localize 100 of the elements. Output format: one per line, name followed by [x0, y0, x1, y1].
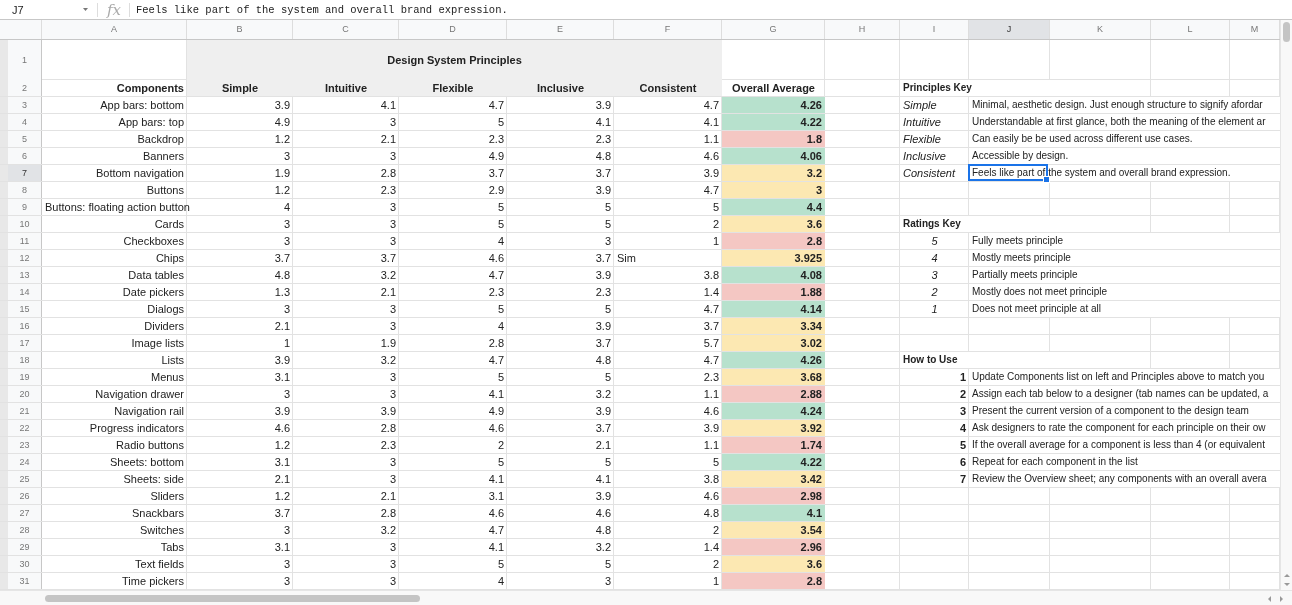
caret-icon[interactable] [82, 7, 89, 12]
average-cell: 2.88 [722, 386, 825, 402]
average-cell: 2.96 [722, 539, 825, 555]
row-number[interactable]: 12 [0, 250, 42, 266]
row-number[interactable]: 27 [0, 505, 42, 521]
principle-description: Feels like part of the system and overall brand expression. [969, 165, 1280, 181]
score-cell-text: 5 [603, 302, 612, 317]
column-header[interactable]: D [399, 20, 507, 39]
row-number[interactable]: 31 [0, 573, 42, 589]
column-header[interactable]: L [1151, 20, 1230, 39]
average-cell: 3.2 [722, 165, 825, 181]
component-name: Backdrop [136, 132, 185, 147]
scroll-up-icon[interactable] [1284, 573, 1290, 578]
score-cell-text: 1 [282, 336, 291, 351]
fill-handle[interactable] [1043, 176, 1050, 183]
table-title: Design System Principles [187, 40, 722, 80]
column-header[interactable]: A [42, 20, 187, 39]
component-name: Radio buttons [115, 438, 185, 453]
row-number[interactable]: 20 [0, 386, 42, 402]
row-number[interactable]: 23 [0, 437, 42, 453]
score-cell-text: 5 [496, 557, 505, 572]
column-header[interactable]: E [507, 20, 614, 39]
component-name: Sliders [149, 489, 185, 504]
step-number: 3 [958, 404, 967, 419]
scroll-left-icon[interactable] [1267, 596, 1272, 602]
score-cell-text: 4.7 [487, 523, 505, 538]
score-cell-text: 3.7 [273, 251, 291, 266]
section-title: Principles Key [900, 80, 1050, 96]
scrollbar-thumb[interactable] [45, 595, 420, 602]
row-number[interactable]: 24 [0, 454, 42, 470]
row-number[interactable]: 30 [0, 556, 42, 572]
row-number[interactable]: 13 [0, 267, 42, 283]
principle-name: Consistent [902, 166, 957, 181]
row-number[interactable]: 17 [0, 335, 42, 351]
row-number[interactable]: 28 [0, 522, 42, 538]
score-cell-text: 4.1 [487, 540, 505, 555]
row-number[interactable]: 3 [0, 97, 42, 113]
row-number[interactable]: 21 [0, 403, 42, 419]
score-cell-text: 5 [496, 200, 505, 215]
column-header[interactable]: C [293, 20, 399, 39]
principle-description: Understandable at first glance, both the meaning of the element ar [969, 114, 1280, 130]
score-cell-text: 2.8 [379, 166, 397, 181]
column-header[interactable]: H [825, 20, 900, 39]
row-number[interactable]: 1 [0, 40, 42, 80]
row-number[interactable]: 2 [0, 80, 42, 96]
score-cell-text: 3 [388, 370, 397, 385]
score-cell-text: 3.8 [702, 472, 720, 487]
rating-number: 4 [930, 251, 939, 266]
rating-description: Fully meets principle [969, 233, 1280, 249]
row-number[interactable]: 9 [0, 199, 42, 215]
scrollbar-thumb[interactable] [1283, 22, 1290, 42]
score-cell-text: 3.1 [273, 455, 291, 470]
cell-reference[interactable]: J7 [0, 3, 82, 16]
column-header[interactable]: K [1050, 20, 1151, 39]
score-cell-text: 3 [603, 574, 612, 589]
score-cell-text: 3.9 [702, 166, 720, 181]
average-cell: 4.24 [722, 403, 825, 419]
component-name: Bottom navigation [94, 166, 185, 181]
row-number[interactable]: 19 [0, 369, 42, 385]
score-cell-text: 1.2 [273, 183, 291, 198]
column-header[interactable]: G [722, 20, 825, 39]
row-number[interactable]: 15 [0, 301, 42, 317]
score-cell-text: 4.6 [487, 251, 505, 266]
row-number[interactable]: 25 [0, 471, 42, 487]
average-cell: 4.14 [722, 301, 825, 317]
column-title: Consistent [614, 80, 722, 96]
row-number[interactable]: 5 [0, 131, 42, 147]
column-header[interactable]: F [614, 20, 722, 39]
column-header[interactable]: J [969, 20, 1050, 39]
row-number[interactable]: 6 [0, 148, 42, 164]
scroll-down-icon[interactable] [1284, 582, 1290, 587]
column-title: Overall Average [731, 81, 816, 96]
column-header[interactable]: I [900, 20, 969, 39]
score-cell-text: 5 [711, 455, 720, 470]
score-cell-text: 4.6 [487, 506, 505, 521]
score-cell-text: 3 [282, 149, 291, 164]
column-header[interactable]: M [1230, 20, 1280, 39]
average-cell: 4.22 [722, 454, 825, 470]
row-number[interactable]: 7 [0, 165, 42, 181]
row-number[interactable]: 29 [0, 539, 42, 555]
score-cell-text: 1.1 [702, 438, 720, 453]
row-number[interactable]: 10 [0, 216, 42, 232]
score-cell-text: 2 [711, 217, 720, 232]
score-cell-text: 4 [496, 574, 505, 589]
row-number[interactable]: 16 [0, 318, 42, 334]
row-number[interactable]: 8 [0, 182, 42, 198]
column-header[interactable]: B [187, 20, 293, 39]
section-title: Ratings Key [900, 216, 1050, 232]
average-cell: 4.08 [722, 267, 825, 283]
component-name: Snackbars [131, 506, 185, 521]
score-cell-text: 3 [388, 387, 397, 402]
row-number[interactable]: 18 [0, 352, 42, 368]
score-cell-text: 1.9 [379, 336, 397, 351]
row-number[interactable]: 26 [0, 488, 42, 504]
row-number[interactable]: 11 [0, 233, 42, 249]
scroll-right-icon[interactable] [1279, 596, 1284, 602]
row-number[interactable]: 4 [0, 114, 42, 130]
row-number[interactable]: 14 [0, 284, 42, 300]
row-number[interactable]: 22 [0, 420, 42, 436]
formula-input[interactable]: Feels like part of the system and overall brand expression. [130, 3, 508, 16]
